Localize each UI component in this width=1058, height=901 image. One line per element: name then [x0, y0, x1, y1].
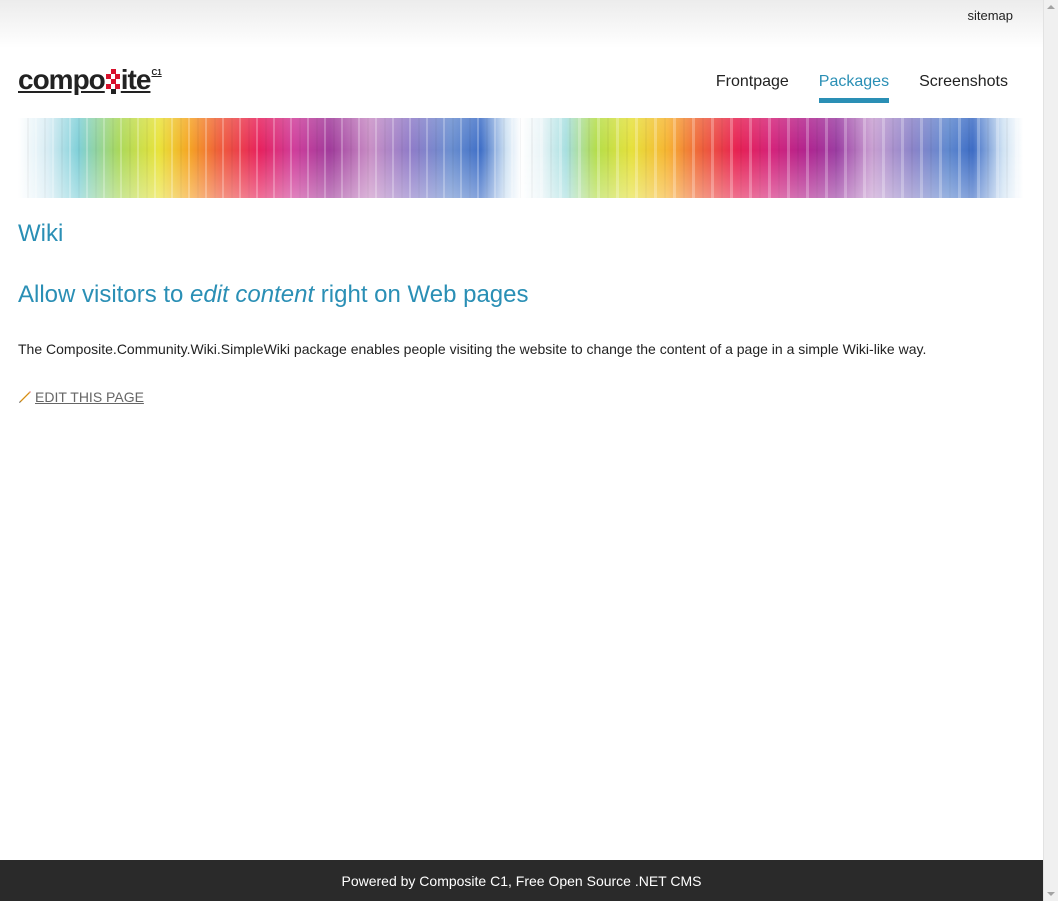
banner-stripes-left: [18, 118, 521, 198]
logo-pixel-mark: [105, 66, 120, 94]
edit-page-label: EDIT THIS PAGE: [35, 389, 144, 405]
scroll-down-icon[interactable]: [1047, 892, 1055, 896]
nav-item-frontpage[interactable]: Frontpage: [716, 73, 789, 103]
composite-logo[interactable]: compo ite C1: [18, 64, 162, 104]
nav-item-screenshots[interactable]: Screenshots: [919, 73, 1008, 103]
top-bar: sitemap: [0, 0, 1043, 48]
footer-text: Powered by Composite C1, Free Open Sourc…: [341, 872, 702, 889]
subheading-start: Allow visitors to: [18, 281, 191, 308]
page-subheading: Allow visitors to edit content right on …: [18, 281, 529, 309]
page-title: Wiki: [18, 220, 64, 247]
subheading-end: right on Web pages: [314, 281, 529, 308]
page: sitemap compo ite C1 Frontpage Packages …: [0, 0, 1043, 901]
edit-page-link[interactable]: EDIT THIS PAGE: [18, 389, 144, 405]
subheading-emphasis: edit content: [190, 281, 315, 308]
body-paragraph: The Composite.Community.Wiki.SimpleWiki …: [18, 341, 927, 357]
rainbow-banner: [18, 118, 1023, 198]
logo-superscript: C1: [151, 68, 162, 77]
logo-text-start: compo: [18, 64, 106, 95]
footer: Powered by Composite C1, Free Open Sourc…: [0, 860, 1043, 901]
nav-item-packages[interactable]: Packages: [818, 73, 890, 103]
scroll-up-icon[interactable]: [1047, 5, 1055, 9]
pencil-icon: [18, 390, 32, 404]
logo-text-end: ite: [120, 64, 152, 95]
sitemap-link[interactable]: sitemap: [967, 8, 1013, 23]
vertical-scrollbar[interactable]: [1043, 0, 1058, 901]
main-nav: Frontpage Packages Screenshots: [716, 73, 1008, 103]
banner-stripes-right: [520, 118, 1023, 198]
